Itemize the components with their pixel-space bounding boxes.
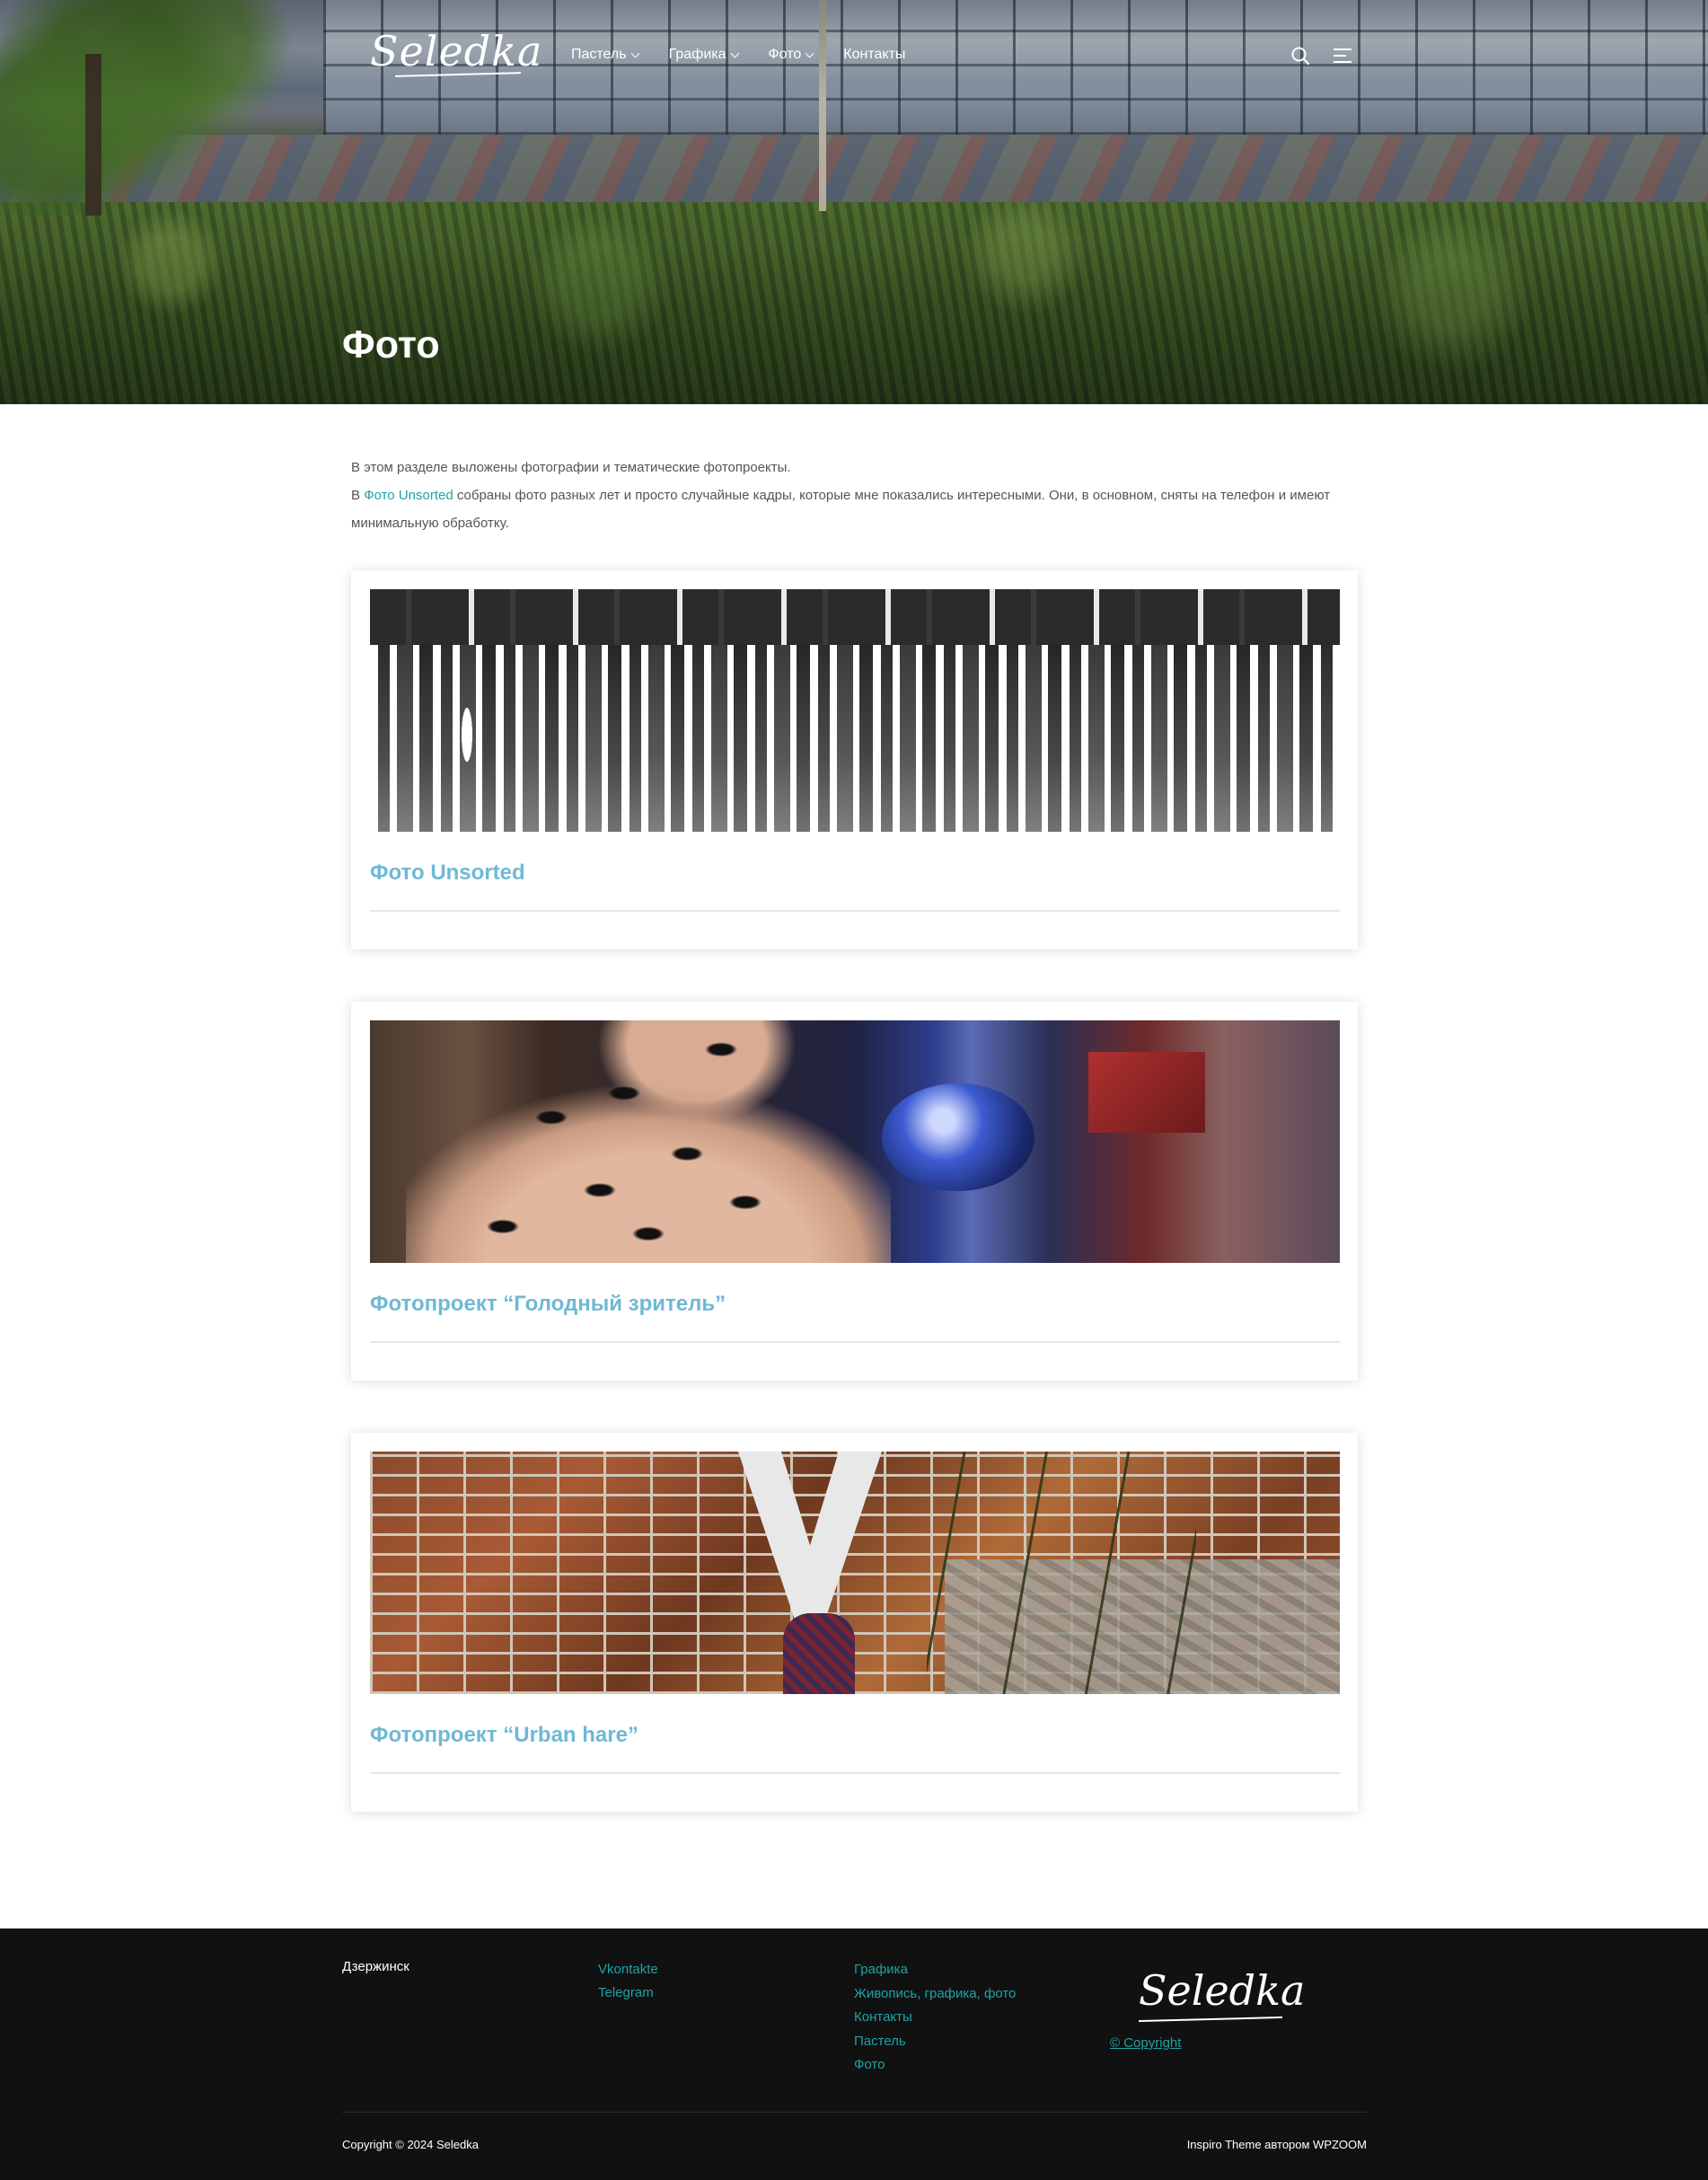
chevron-down-icon[interactable] bbox=[730, 49, 739, 57]
site-logo-text[interactable]: Seledka bbox=[370, 27, 542, 75]
card-divider bbox=[370, 1772, 1340, 1774]
footer-logo[interactable]: Seledka bbox=[1139, 1966, 1305, 2023]
thumbnail-peeling-paint bbox=[370, 645, 1340, 832]
card-title[interactable]: Фотопроект “Urban hare” bbox=[370, 1723, 638, 1748]
footer-link-contacts[interactable]: Контакты bbox=[854, 2006, 1016, 2030]
card-title[interactable]: Фото Unsorted bbox=[370, 861, 525, 886]
nav-item-contacts[interactable]: Контакты bbox=[843, 47, 905, 63]
nav-item-graphics[interactable]: Графика bbox=[669, 47, 739, 63]
intro-text: В этом разделе выложены фотографии и тем… bbox=[351, 454, 1361, 537]
card-thumbnail[interactable] bbox=[370, 1452, 1340, 1694]
thumbnail-scarf bbox=[783, 1613, 855, 1694]
footer-link-vkontakte[interactable]: Vkontakte bbox=[598, 1958, 658, 1981]
card-urban-hare: Фотопроект “Urban hare” bbox=[351, 1433, 1358, 1812]
footer-link-pastel[interactable]: Пастель bbox=[854, 2030, 1016, 2054]
page-title: Фото bbox=[342, 323, 440, 366]
footer-logo-text[interactable]: Seledka bbox=[1139, 1966, 1305, 2015]
thumbnail-eye-drawings bbox=[406, 1020, 891, 1263]
card-thumbnail[interactable] bbox=[370, 589, 1340, 832]
nav-item-pastel[interactable]: Пастель bbox=[571, 47, 640, 63]
thumbnail-red-object bbox=[1088, 1052, 1205, 1133]
nav-item-label[interactable]: Пастель bbox=[571, 47, 627, 63]
thumbnail-wall-top bbox=[370, 589, 1340, 645]
chevron-down-icon[interactable] bbox=[805, 49, 814, 57]
photo-unsorted-link[interactable]: Фото Unsorted bbox=[364, 488, 453, 503]
footer-copyright: Copyright © 2024 Seledka bbox=[342, 2138, 479, 2151]
site-logo[interactable]: Seledka bbox=[370, 27, 542, 77]
footer-menu: Графика Живопись, графика, фото Контакты… bbox=[854, 1958, 1016, 2078]
footer-theme-credit: Inspiro Theme автором WPZOOM bbox=[1186, 2138, 1367, 2151]
footer-city: Дзержинск bbox=[342, 1959, 409, 1974]
footer-link-graphics[interactable]: Графика bbox=[854, 1958, 1016, 1982]
nav-item-photo[interactable]: Фото bbox=[769, 47, 814, 63]
intro-line-2: В Фото Unsorted собраны фото разных лет … bbox=[351, 481, 1361, 537]
main-nav: Пастель Графика Фото Контакты bbox=[571, 47, 936, 63]
footer-link-telegram[interactable]: Telegram bbox=[598, 1981, 658, 2005]
card-thumbnail[interactable] bbox=[370, 1020, 1340, 1263]
card-divider bbox=[370, 1341, 1340, 1343]
thumbnail-plant-stems bbox=[927, 1452, 1196, 1694]
card-title[interactable]: Фотопроект “Голодный зритель” bbox=[370, 1292, 726, 1317]
footer-logo-underline bbox=[1139, 2016, 1282, 2023]
nav-item-label[interactable]: Контакты bbox=[843, 47, 905, 63]
nav-item-label[interactable]: Фото bbox=[769, 47, 802, 63]
card-hungry-viewer: Фотопроект “Голодный зритель” bbox=[351, 1002, 1358, 1381]
card-photo-unsorted: Фото Unsorted bbox=[351, 570, 1358, 949]
menu-icon[interactable] bbox=[1333, 48, 1352, 64]
chevron-down-icon[interactable] bbox=[630, 49, 640, 57]
intro-line-2-prefix: В bbox=[351, 488, 365, 503]
footer-link-painting[interactable]: Живопись, графика, фото bbox=[854, 1982, 1016, 2007]
footer-link-photo[interactable]: Фото bbox=[854, 2053, 1016, 2078]
thumbnail-blue-orb bbox=[882, 1083, 1034, 1191]
intro-line-1: В этом разделе выложены фотографии и тем… bbox=[351, 460, 791, 475]
footer-social-links: Vkontakte Telegram bbox=[598, 1958, 658, 2005]
footer-copyright-link[interactable]: © Copyright bbox=[1110, 2035, 1181, 2051]
hero-banner: Seledka Пастель Графика Фото Контакты Фо… bbox=[0, 0, 1708, 404]
footer-divider bbox=[342, 2112, 1367, 2113]
search-icon[interactable] bbox=[1290, 46, 1310, 66]
card-divider bbox=[370, 910, 1340, 912]
thumbnail-hare-mask bbox=[738, 1452, 882, 1622]
nav-item-label[interactable]: Графика bbox=[669, 47, 726, 63]
intro-line-2-suffix: собраны фото разных лет и просто случайн… bbox=[351, 488, 1331, 531]
site-footer: Дзержинск Vkontakte Telegram Графика Жив… bbox=[0, 1928, 1708, 2180]
